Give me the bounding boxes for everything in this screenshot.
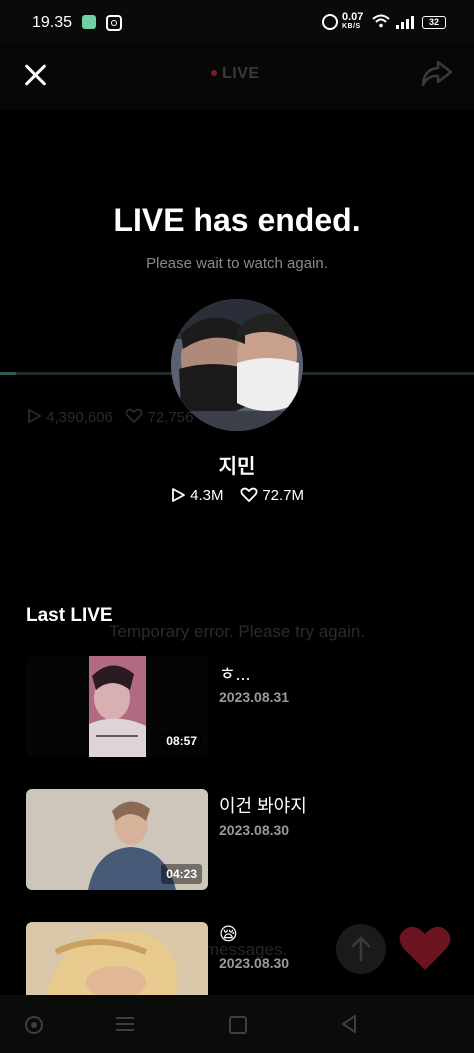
battery-icon: 32 xyxy=(422,16,446,29)
play-icon xyxy=(28,408,42,424)
live-ended-title: LIVE has ended. xyxy=(113,202,361,238)
thumbnail-image xyxy=(26,922,208,995)
last-live-date: 2023.08.30 xyxy=(219,955,290,971)
artist-avatar[interactable] xyxy=(171,299,303,431)
back-icon[interactable] xyxy=(340,1014,358,1034)
live-stats: 4.3M 72.7M xyxy=(0,486,474,504)
avatar-photo xyxy=(171,299,303,431)
last-live-thumbnail[interactable] xyxy=(26,922,208,995)
network-speed: 0.07 KB/S xyxy=(342,12,363,32)
background-views: 4,390,606 xyxy=(46,409,113,426)
send-button[interactable] xyxy=(336,924,386,974)
last-live-title[interactable]: 😪 xyxy=(219,924,238,945)
last-live-thumbnail[interactable]: 08:57 xyxy=(26,656,208,757)
status-time: 19.35 xyxy=(32,14,73,31)
network-speed-unit: KB/S xyxy=(342,23,361,30)
live-label: LIVE xyxy=(222,65,260,82)
instagram-icon xyxy=(106,15,122,31)
alarm-icon xyxy=(322,14,338,30)
duration-badge: 08:57 xyxy=(161,731,202,751)
background-stats: 4,390,606 72,756 xyxy=(26,408,193,426)
last-live-date: 2023.08.30 xyxy=(219,822,290,838)
assistant-icon[interactable] xyxy=(25,1016,43,1034)
artist-name: 지민 xyxy=(218,456,256,478)
chat-app-icon xyxy=(82,15,96,29)
share-icon[interactable] xyxy=(420,58,454,88)
likes-count: 72.7M xyxy=(262,486,305,504)
wifi-icon xyxy=(372,14,390,28)
background-likes: 72,756 xyxy=(147,409,194,426)
duration-badge: 04:23 xyxy=(161,864,202,884)
video-progress-fill xyxy=(0,372,16,375)
last-live-title[interactable]: 이건 봐야지 xyxy=(219,792,307,818)
live-indicator-dot xyxy=(211,70,217,76)
views-count: 4.3M xyxy=(190,486,224,504)
heart-like-icon[interactable] xyxy=(398,924,452,972)
live-ended-subtitle: Please wait to watch again. xyxy=(146,255,328,272)
last-live-date: 2023.08.31 xyxy=(219,689,290,705)
last-live-title[interactable]: ㅎ... xyxy=(219,660,251,686)
heart-outline-icon xyxy=(125,408,143,424)
arrow-up-icon xyxy=(351,936,371,962)
close-button[interactable] xyxy=(22,62,48,88)
last-live-heading: Last LIVE xyxy=(26,605,113,626)
last-live-thumbnail[interactable]: 04:23 xyxy=(26,789,208,890)
play-icon xyxy=(172,488,185,502)
home-square-icon[interactable] xyxy=(229,1016,247,1034)
signal-icon xyxy=(396,15,414,29)
heart-outline-icon xyxy=(240,487,258,502)
menu-icon[interactable] xyxy=(116,1016,134,1032)
